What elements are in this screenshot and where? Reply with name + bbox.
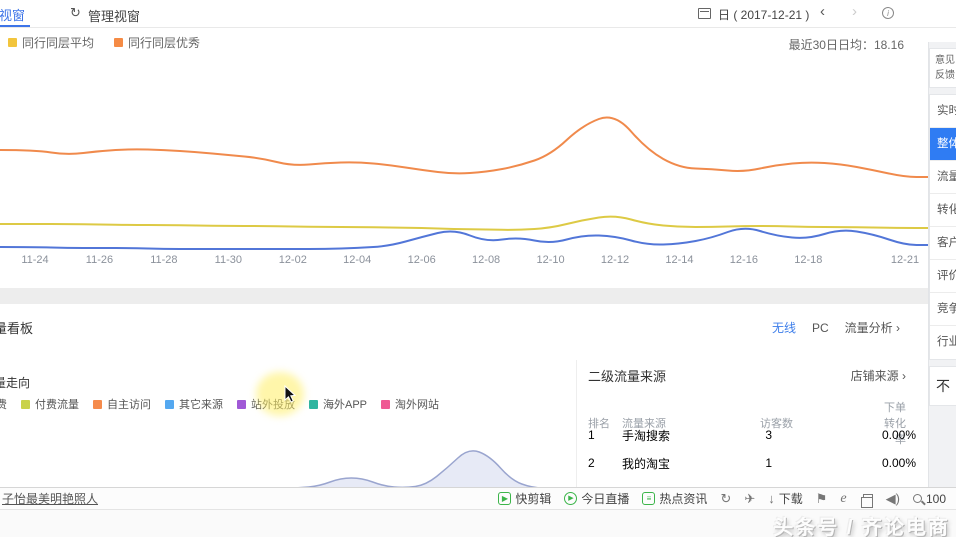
legend-swatch <box>309 399 318 409</box>
play-circle-icon: ▶ <box>564 492 578 505</box>
mouse-cursor <box>284 385 297 403</box>
section-separator <box>0 288 956 304</box>
play-box-icon: ▶ <box>498 492 512 505</box>
history-icon[interactable]: ↻ <box>720 491 731 507</box>
ie-mode-icon[interactable]: e <box>840 491 846 507</box>
browser-toolbar: 子怡最美明艳照人 ▶ 快剪辑 ▶ 今日直播 ≡ 热点资讯 ↻ ✈ ↓ 下载 ⚑ e ◀)… <box>0 487 956 510</box>
legend-item[interactable]: 其它来源 <box>165 396 223 412</box>
watermark: 头条号 / 齐论电商 <box>773 517 950 537</box>
x-tick-label: 11-24 <box>21 254 49 266</box>
legend-swatch <box>165 399 174 409</box>
quick-clip-button[interactable]: ▶ 快剪辑 <box>498 490 551 507</box>
table-row[interactable]: 2 我的淘宝 1 0.00% <box>588 449 916 477</box>
x-tick-label: 12-10 <box>536 254 565 266</box>
tab-wireless[interactable]: 无线 <box>772 319 796 336</box>
section-title: 量看板 <box>0 321 34 336</box>
bottom-strip: 头条号 / 齐论电商 <box>0 510 956 537</box>
x-tick-label: 12-21 <box>890 254 920 266</box>
x-tick-label: 12-02 <box>278 254 307 266</box>
sidebar-item-行业[interactable]: 行业 <box>930 326 956 359</box>
legend-item[interactable]: 海外APP <box>309 396 367 412</box>
legend-item-partial[interactable]: 费 <box>0 396 7 412</box>
x-tick-label: 12-08 <box>472 254 501 266</box>
series-同行同层优秀 <box>0 116 928 178</box>
info-icon[interactable]: i <box>882 7 894 19</box>
visitors-area-chart[interactable] <box>0 418 575 488</box>
news-icon: ≡ <box>642 492 656 505</box>
x-tick-label: 12-18 <box>794 254 823 266</box>
feedback-button[interactable]: 意见 反馈 <box>929 48 956 88</box>
legend-item[interactable]: 同行同层平均 <box>8 34 94 51</box>
series-本店 <box>0 227 928 250</box>
top-tab-bar: 营视窗 ↻ 管理视窗 日 ( 2017-12-21 ) ‹ › i <box>0 0 956 28</box>
date-selector[interactable]: 日 ( 2017-12-21 ) <box>718 6 809 23</box>
live-button[interactable]: ▶ 今日直播 <box>564 490 629 507</box>
legend-item[interactable]: 自主访问 <box>93 396 151 412</box>
traffic-sources-legend: 费付费流量自主访问其它来源站外投放海外APP淘外网站 <box>0 396 439 412</box>
main-chart-legend: 同行同层平均 同行同层优秀 <box>8 34 200 51</box>
x-tick-label: 11-26 <box>85 254 114 266</box>
download-button[interactable]: ↓ 下载 <box>768 490 803 507</box>
active-tab-underline <box>0 25 30 27</box>
series-同行同层平均 <box>0 215 928 231</box>
secondary-traffic-panel: 二级流量来源 店铺来源 › 排名 流量来源 访客数 下单转化率 1 手淘搜索 3… <box>588 366 916 477</box>
panel-divider <box>576 360 577 487</box>
speaker-icon[interactable]: ◀) <box>886 491 900 507</box>
panel-title: 二级流量来源 <box>588 369 667 384</box>
x-tick-label: 12-04 <box>343 254 372 266</box>
legend-item[interactable]: 淘外网站 <box>381 396 439 412</box>
x-axis-labels: 11-24 11-26 11-28 11-30 12-02 12-04 12-06 12-08… <box>0 254 928 270</box>
dashboard-screen: 营视窗 ↻ 管理视窗 日 ( 2017-12-21 ) ‹ › i 同行同层平均… <box>0 0 956 537</box>
legend-swatch <box>93 399 102 409</box>
download-icon: ↓ <box>768 491 775 506</box>
legend-item[interactable]: 同行同层优秀 <box>114 34 200 51</box>
traffic-dashboard-card: 量看板 无线 PC 流量分析 › 量走向 费付费流量自主访问其它来源站外投放海外… <box>0 304 928 488</box>
x-tick-label: 12-06 <box>407 254 436 266</box>
windows-icon[interactable] <box>860 494 873 508</box>
legend-swatch <box>8 38 17 47</box>
legend-swatch <box>21 399 30 409</box>
tab-pc[interactable]: PC <box>812 321 829 335</box>
x-tick-label: 12-16 <box>729 254 758 266</box>
traffic-table: 排名 流量来源 访客数 下单转化率 1 手淘搜索 3 0.00% 2 我的淘宝 … <box>588 399 916 477</box>
zoom-control[interactable]: 100 <box>912 492 946 506</box>
legend-item[interactable]: 付费流量 <box>21 396 79 412</box>
legend-swatch <box>381 399 391 409</box>
legend-swatch <box>237 399 246 409</box>
send-icon[interactable]: ✈ <box>744 491 755 507</box>
traffic-analysis-link[interactable]: 流量分析 › <box>845 319 900 336</box>
right-nav-sidebar: 意见 反馈 实时整体流量转化客户评价竞争行业 不 <box>928 42 956 487</box>
shop-source-link[interactable]: 店铺来源 › <box>851 367 906 384</box>
sidebar-item-客户[interactable]: 客户 <box>930 227 956 260</box>
sidebar-item-流量[interactable]: 流量 <box>930 161 956 194</box>
flag-icon[interactable]: ⚑ <box>816 491 828 507</box>
sidebar-item-评价[interactable]: 评价 <box>930 260 956 293</box>
x-tick-label: 12-12 <box>600 254 630 266</box>
calendar-icon[interactable] <box>698 8 711 19</box>
x-tick-label: 11-30 <box>214 254 242 266</box>
subsection-title: 量走向 <box>0 376 31 390</box>
magnifier-icon <box>912 494 922 503</box>
hot-news-link[interactable]: 子怡最美明艳照人 <box>2 490 98 507</box>
tab-business-window[interactable]: 营视窗 <box>0 5 25 24</box>
legend-swatch <box>114 38 124 47</box>
sidebar-item-转化[interactable]: 转化 <box>930 194 956 227</box>
tab-manage-window[interactable]: 管理视窗 <box>88 6 140 25</box>
trend-line-chart[interactable] <box>0 50 928 250</box>
x-tick-label: 11-28 <box>150 254 178 266</box>
table-header-row: 排名 流量来源 访客数 下单转化率 <box>588 402 906 446</box>
sidebar-item-实时[interactable]: 实时 <box>930 95 956 128</box>
chevron-right-icon[interactable]: › <box>852 3 857 20</box>
refresh-icon[interactable]: ↻ <box>70 5 81 21</box>
hot-feed-button[interactable]: ≡ 热点资讯 <box>642 490 707 507</box>
sidebar-item-整体[interactable]: 整体 <box>930 128 956 161</box>
sidebar-item-竞争[interactable]: 竞争 <box>930 293 956 326</box>
x-tick-label: 12-14 <box>665 254 694 266</box>
sidebar-extra: 不 <box>929 366 956 406</box>
chevron-left-icon[interactable]: ‹ <box>820 3 825 20</box>
